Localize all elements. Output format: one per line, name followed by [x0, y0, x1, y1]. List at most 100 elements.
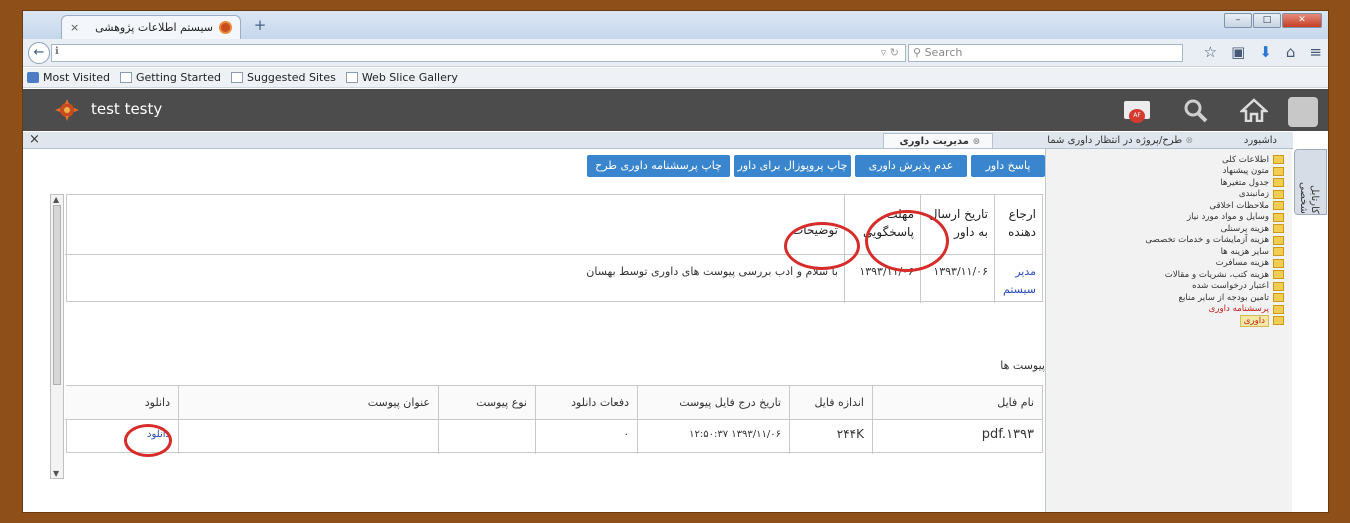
- tree-item[interactable]: زمانبندی: [1046, 189, 1292, 201]
- maximize-button[interactable]: □: [1253, 13, 1281, 28]
- home-icon[interactable]: [1240, 98, 1268, 122]
- folder-icon: [1273, 247, 1284, 257]
- reject-review-button[interactable]: عدم پذیرش داوری: [855, 155, 967, 177]
- cell-referrer: مدیر سیستم: [994, 255, 1042, 303]
- tab-review-management[interactable]: ⊗ مدیریت داوری: [883, 133, 993, 148]
- reload-icon[interactable]: ▿ ↻: [881, 46, 899, 59]
- header-download: دانلود: [65, 386, 178, 420]
- tree-item[interactable]: هزینه آزمایشات و خدمات تخصصی: [1046, 235, 1292, 247]
- header-file-size: اندازه فایل: [789, 386, 872, 420]
- download-icon[interactable]: ⬇: [1259, 43, 1272, 61]
- folder-icon: [1273, 258, 1284, 268]
- new-tab-button[interactable]: +: [249, 17, 271, 35]
- folder-icon: [1273, 293, 1284, 303]
- navigation-bar: ← ℹ ▿ ↻ ⚲ Search ☆ ▣ ⬇ ⌂ ≡: [23, 39, 1328, 67]
- annotation-circle-download: [124, 424, 172, 457]
- side-tab-label: کارتابل شخصی: [1298, 182, 1320, 214]
- window-close-button[interactable]: ✕: [1282, 13, 1322, 28]
- cell-download-count: ۰: [535, 420, 637, 454]
- tree-item[interactable]: اطلاعات کلی: [1046, 154, 1292, 166]
- close-panel-icon[interactable]: ×: [29, 132, 40, 147]
- folder-icon: [1273, 166, 1284, 176]
- cell-file-size: ۲۴۴K: [789, 420, 872, 454]
- attachments-label: پیوست ها: [1000, 359, 1045, 372]
- annotation-circle-deadline: [865, 210, 949, 272]
- bookmark-star-icon[interactable]: ☆: [1204, 43, 1217, 61]
- attachments-table: نام فایل اندازه فایل تاریخ درج فایل پیوس…: [65, 385, 1043, 454]
- tab-close-icon[interactable]: ⊗: [1185, 136, 1193, 146]
- menu-icon[interactable]: ≡: [1309, 43, 1322, 61]
- main-content: پاسخ داور عدم پذیرش داوری چاپ پروپوزال ب…: [50, 149, 1045, 512]
- scroll-up-icon[interactable]: ▲: [53, 195, 59, 204]
- print-proposal-button[interactable]: چاپ پروپوزال برای داور: [734, 155, 851, 177]
- page-icon: [345, 72, 358, 83]
- tree-item[interactable]: تامین بودجه از سایر منابع: [1046, 292, 1292, 304]
- folder-icon: [1273, 235, 1284, 245]
- search-icon: ⚲: [913, 46, 925, 59]
- profile-avatar[interactable]: [1288, 97, 1318, 127]
- bookmarks-folder-icon: [27, 72, 39, 83]
- respond-button[interactable]: پاسخ داور: [971, 155, 1045, 177]
- search-input[interactable]: ⚲ Search: [908, 44, 1183, 62]
- tree-item[interactable]: وسایل و مواد مورد نیاز: [1046, 212, 1292, 224]
- print-questionnaire-button[interactable]: چاپ پرسشنامه داوری طرح: [587, 155, 730, 177]
- cell-attachment-type: [438, 420, 535, 454]
- messages-icon[interactable]: AF: [1124, 101, 1150, 123]
- header-referrer: ارجاع دهنده: [994, 195, 1042, 255]
- tab-title: سیستم اطلاعات پژوهشی: [95, 21, 213, 34]
- header-attachment-type: نوع پیوست: [438, 386, 535, 420]
- tab-close-icon[interactable]: ⊗: [972, 137, 980, 147]
- site-favicon-icon: [219, 21, 232, 34]
- tree-item-questionnaire[interactable]: پرسشنامه داوری: [1046, 304, 1292, 316]
- folder-icon: [1273, 224, 1284, 234]
- cell-upload-date: ۱۳۹۳/۱۱/۰۶ ۱۲:۵۰:۳۷: [637, 420, 789, 454]
- url-bar[interactable]: ℹ ▿ ↻: [51, 44, 906, 62]
- tree-item-review-selected[interactable]: داوری: [1046, 314, 1292, 327]
- folder-icon: [1273, 304, 1284, 314]
- app-header: test testy AF: [23, 89, 1328, 131]
- header-download-count: دفعات دانلود: [535, 386, 637, 420]
- vertical-scrollbar[interactable]: ▲ ▼: [50, 194, 64, 479]
- tree-item[interactable]: هزینه مسافرت: [1046, 258, 1292, 270]
- bookmark-getting-started[interactable]: Getting Started: [119, 71, 221, 84]
- action-toolbar: پاسخ داور عدم پذیرش داوری چاپ پروپوزال ب…: [50, 149, 1045, 189]
- personal-cartable-tab[interactable]: کارتابل شخصی: [1294, 149, 1327, 215]
- messages-badge: AF: [1129, 109, 1145, 123]
- bookmark-suggested-sites[interactable]: Suggested Sites: [231, 71, 336, 84]
- folder-icon: [1273, 201, 1284, 211]
- scroll-thumb[interactable]: [53, 205, 61, 385]
- tree-item[interactable]: هزینه کتب، نشریات و مقالات: [1046, 269, 1292, 281]
- tree-item[interactable]: هزینه پرسنلی: [1046, 223, 1292, 235]
- folder-icon: [1273, 270, 1284, 280]
- tree-item[interactable]: اعتبار درخواست شده: [1046, 281, 1292, 293]
- folder-icon: [1273, 212, 1284, 222]
- proposal-tree: اطلاعات کلی متون پیشنهاد جدول متغیرها زم…: [1045, 149, 1292, 512]
- header-attachment-title: عنوان پیوست: [178, 386, 438, 420]
- folder-icon: [1273, 281, 1284, 291]
- back-button[interactable]: ←: [28, 42, 50, 64]
- tree-item[interactable]: سایر هزینه ها: [1046, 246, 1292, 258]
- browser-window: سیستم اطلاعات پژوهشی × + – □ ✕ ← ℹ ▿ ↻ ⚲…: [22, 10, 1329, 513]
- app-tabs: داشبورد ⊗ طرح/پروژه در انتظار داوری شما …: [23, 132, 1293, 149]
- scroll-down-icon[interactable]: ▼: [53, 469, 59, 478]
- tree-item[interactable]: ملاحظات اخلاقی: [1046, 200, 1292, 212]
- home-icon[interactable]: ⌂: [1286, 43, 1296, 61]
- minimize-button[interactable]: –: [1224, 13, 1252, 28]
- user-name[interactable]: test testy: [91, 100, 162, 118]
- page-info-icon: ℹ: [55, 46, 59, 57]
- tab-close-icon[interactable]: ×: [70, 21, 79, 34]
- tree-item[interactable]: متون پیشنهاد: [1046, 166, 1292, 178]
- tree-item[interactable]: جدول متغیرها: [1046, 177, 1292, 189]
- folder-icon: [1273, 189, 1284, 199]
- tab-dashboard[interactable]: داشبورد: [1238, 133, 1283, 148]
- title-bar: سیستم اطلاعات پژوهشی × + – □ ✕: [23, 11, 1328, 39]
- cell-description: با سلام و ادب بررسی پیوست های داوری توسط…: [586, 265, 838, 278]
- bookmark-web-slice-gallery[interactable]: Web Slice Gallery: [345, 71, 458, 84]
- bookmark-most-visited[interactable]: Most Visited: [27, 71, 110, 84]
- browser-tab[interactable]: سیستم اطلاعات پژوهشی ×: [61, 15, 241, 39]
- referrer-link[interactable]: مدیر سیستم: [1003, 265, 1036, 296]
- clipboard-icon[interactable]: ▣: [1231, 43, 1245, 61]
- search-icon[interactable]: [1182, 97, 1208, 123]
- folder-icon: [1273, 178, 1284, 188]
- header-file-name: نام فایل: [872, 386, 1042, 420]
